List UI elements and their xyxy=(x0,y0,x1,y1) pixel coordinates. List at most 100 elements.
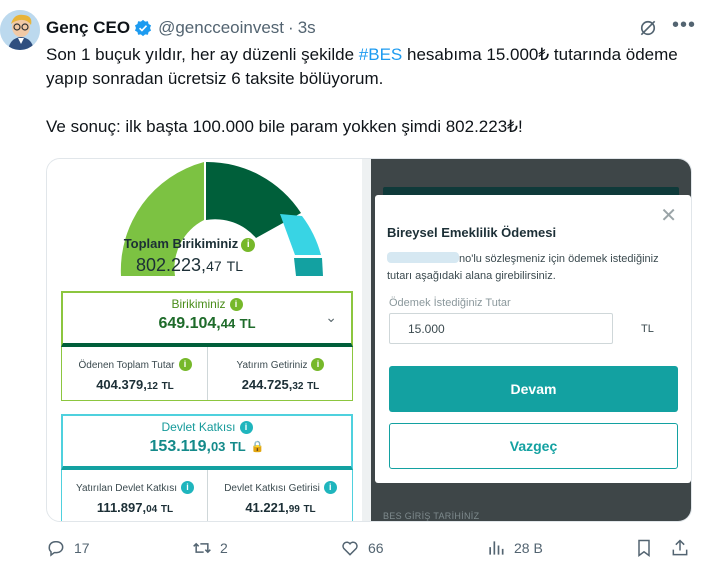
deposited-state-label-text: Yatırılan Devlet Katkısı xyxy=(76,483,177,494)
paid-total-value: 404.379,12 TL xyxy=(62,377,208,392)
reply-count: 17 xyxy=(74,540,90,556)
info-icon[interactable]: i xyxy=(311,358,325,371)
avatar[interactable] xyxy=(0,10,40,50)
savings-title-text: Birikiminiz xyxy=(171,297,226,311)
modal-description: no'lu sözleşmeniz için ödemek istediğini… xyxy=(387,251,677,285)
deposited-int: 111.897, xyxy=(96,500,147,515)
tweet-text-part: Son 1 buçuk yıldır, her ay düzenli şekil… xyxy=(46,45,359,64)
deposited-dec: 04 xyxy=(146,504,158,515)
state-contribution-card[interactable]: Devlet Katkısı i 153.119,03 TL 🔒 xyxy=(61,414,353,470)
cancel-button[interactable]: Vazgeç xyxy=(389,423,678,469)
views-count: 28 B xyxy=(514,540,543,556)
info-icon[interactable]: i xyxy=(178,358,192,371)
paid-total: Ödenen Toplam Tutar i 404.379,12 TL xyxy=(62,347,208,400)
tweet-actions: 17 2 66 28 B xyxy=(46,538,692,562)
state-return-value: 41.221,99 TL xyxy=(208,500,353,515)
savings-card[interactable]: Birikiminiz i 649.104,44 TL ⌄ xyxy=(61,291,353,347)
bookmark-icon xyxy=(638,539,650,557)
repost-button[interactable]: 2 xyxy=(192,538,228,558)
info-icon[interactable]: i xyxy=(239,421,253,434)
tweet-header: Genç CEO @gencceoinvest · 3s ••• xyxy=(46,14,702,40)
state-currency: TL xyxy=(229,439,246,454)
state-return-currency: TL xyxy=(303,504,316,515)
amount-input[interactable]: 15.000 xyxy=(389,313,613,344)
repost-count: 2 xyxy=(220,540,228,556)
total-savings-title: Toplam Birikiminiz xyxy=(123,236,239,251)
paid-total-label: Ödenen Toplam Tutar i xyxy=(62,358,208,371)
savings-currency: TL xyxy=(239,316,256,331)
total-savings-currency: TL xyxy=(226,258,243,274)
state-return-label-text: Devlet Katkısı Getirisi xyxy=(224,483,320,494)
amount-label: Ödemek İstediğiniz Tutar xyxy=(389,297,511,309)
info-icon[interactable]: i xyxy=(229,298,243,311)
investment-return-label-text: Yatırım Getiriniz xyxy=(236,360,308,371)
more-icon[interactable]: ••• xyxy=(672,14,696,37)
payment-modal: Bireysel Emeklilik Ödemesi ✕ no'lu sözle… xyxy=(375,195,691,483)
reply-icon xyxy=(48,541,64,557)
return-dec: 32 xyxy=(292,381,304,392)
total-savings-dec: 47 xyxy=(206,258,222,274)
return-int: 244.725, xyxy=(241,377,293,392)
savings-breakdown: Ödenen Toplam Tutar i 404.379,12 TL Yatır… xyxy=(61,347,353,401)
paid-currency: TL xyxy=(161,381,174,392)
state-return-int: 41.221, xyxy=(245,500,289,515)
state-contribution-breakdown: Yatırılan Devlet Katkısı i 111.897,04 TL … xyxy=(61,470,353,521)
tweet-time[interactable]: 3s xyxy=(298,18,316,38)
state-return-label: Devlet Katkısı Getirisi i xyxy=(208,481,353,494)
chevron-down-icon[interactable]: ⌄ xyxy=(325,309,337,326)
state-dec: 03 xyxy=(210,439,226,454)
hashtag-link[interactable]: #BES xyxy=(359,45,402,64)
like-count: 66 xyxy=(368,540,384,556)
info-icon[interactable]: i xyxy=(241,238,256,252)
share-button[interactable] xyxy=(670,538,690,558)
views-icon xyxy=(489,541,504,555)
amount-unit: TL xyxy=(641,323,654,335)
state-contribution-title: Devlet Katkısı i xyxy=(63,420,351,434)
bes-summary-screenshot: Toplam Birikiminiz i 802.223,47 TL Biriki… xyxy=(47,159,362,521)
repost-icon xyxy=(193,542,211,554)
media-divider xyxy=(362,159,371,521)
investment-return-value: 244.725,32 TL xyxy=(208,377,353,392)
info-icon[interactable]: i xyxy=(180,481,194,494)
total-savings-int: 802.223, xyxy=(135,255,207,275)
deposited-currency: TL xyxy=(160,504,174,515)
redacted-contract-number xyxy=(387,252,459,263)
deposited-state-contribution: Yatırılan Devlet Katkısı i 111.897,04 TL xyxy=(62,470,208,521)
author-handle[interactable]: @gencceoinvest xyxy=(158,18,284,38)
close-icon[interactable]: ✕ xyxy=(660,203,677,228)
heart-icon xyxy=(342,541,358,556)
tweet-text: Son 1 buçuk yıldır, her ay düzenli şekil… xyxy=(46,43,706,139)
header-separator: · xyxy=(288,18,294,37)
tweet-media[interactable]: Toplam Birikiminiz i 802.223,47 TL Biriki… xyxy=(46,158,692,522)
paid-total-label-text: Ödenen Toplam Tutar xyxy=(78,360,175,371)
deposited-state-value: 111.897,04 TL xyxy=(62,500,208,515)
total-savings-value: 802.223,47 TL xyxy=(47,255,332,276)
grok-icon[interactable] xyxy=(638,18,658,38)
bookmark-button[interactable] xyxy=(634,538,654,558)
like-button[interactable]: 66 xyxy=(340,538,384,558)
savings-dec: 44 xyxy=(220,316,236,331)
info-icon[interactable]: i xyxy=(323,481,337,494)
investment-return: Yatırım Getiriniz i 244.725,32 TL xyxy=(207,347,353,400)
tweet-paragraph-1: Son 1 buçuk yıldır, her ay düzenli şekil… xyxy=(46,43,706,91)
savings-title: Birikiminiz i xyxy=(63,297,351,311)
verified-badge-icon xyxy=(135,19,152,37)
views-button[interactable]: 28 B xyxy=(486,538,543,558)
tweet-paragraph-2: Ve sonuç: ilk başta 100.000 bile param y… xyxy=(46,117,523,136)
state-return-dec: 99 xyxy=(288,504,300,515)
paid-int: 404.379, xyxy=(96,377,147,392)
modal-description-part: tutarı aşağıdaki alana girebilirsiniz. xyxy=(387,270,556,282)
lock-icon: 🔒 xyxy=(250,441,265,453)
investment-return-label: Yatırım Getiriniz i xyxy=(208,358,353,371)
savings-value: 649.104,44 TL xyxy=(63,315,351,333)
state-contribution-value: 153.119,03 TL 🔒 xyxy=(63,438,351,456)
author-name[interactable]: Genç CEO xyxy=(46,18,130,38)
bes-entry-date-label: BES GİRİŞ TARİHİNİZ xyxy=(383,511,480,521)
deposited-state-label: Yatırılan Devlet Katkısı i xyxy=(62,481,208,494)
reply-button[interactable]: 17 xyxy=(46,538,90,558)
modal-title: Bireysel Emeklilik Ödemesi xyxy=(387,225,557,240)
share-icon xyxy=(672,539,688,556)
total-savings-label: Toplam Birikiminiz i xyxy=(47,236,332,252)
state-contribution-title-text: Devlet Katkısı xyxy=(161,420,236,434)
continue-button[interactable]: Devam xyxy=(389,366,678,412)
